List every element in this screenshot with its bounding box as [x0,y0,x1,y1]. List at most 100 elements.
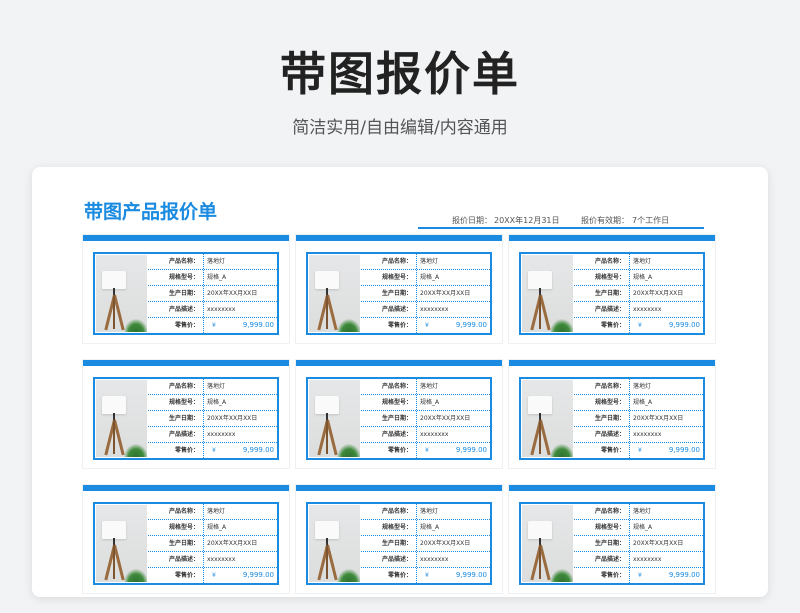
product-price: 9,999.00 [455,321,487,329]
field-label: 生产日期： [148,286,204,301]
field-row-desc: 产品描述： xxxxxxxx [574,302,703,318]
field-label: 产品名称： [574,504,630,519]
field-label: 产品名称： [361,379,417,394]
field-label: 生产日期： [148,411,204,426]
field-row-name: 产品名称： 落地灯 [148,504,277,520]
field-row-desc: 产品描述： xxxxxxxx [148,302,277,318]
product-price: 9,999.00 [242,571,274,579]
product-model: 规格_A [633,274,653,281]
field-row-name: 产品名称： 落地灯 [148,254,277,270]
field-row-model: 规格型号： 规格_A [361,270,490,286]
field-row-price: 零售价： ¥ 9,999.00 [361,443,490,459]
card-frame: 产品名称： 落地灯 规格型号： 规格_A 生产日期： 20XX年XX月XX日 产… [93,377,279,460]
field-label: 零售价： [361,318,417,333]
field-row-model: 规格型号： 规格_A [148,270,277,286]
card-fields: 产品名称： 落地灯 规格型号： 规格_A 生产日期： 20XX年XX月XX日 产… [574,254,703,333]
field-label: 生产日期： [361,286,417,301]
product-card: 产品名称： 落地灯 规格型号： 规格_A 生产日期： 20XX年XX月XX日 产… [508,234,716,344]
product-date: 20XX年XX月XX日 [420,415,471,422]
card-fields: 产品名称： 落地灯 规格型号： 规格_A 生产日期： 20XX年XX月XX日 产… [148,254,277,333]
product-model: 规格_A [207,274,227,281]
product-desc: xxxxxxxx [207,306,236,313]
field-row-price: 零售价： ¥ 9,999.00 [574,318,703,334]
product-name: 落地灯 [633,383,652,390]
field-label: 产品名称： [148,254,204,269]
field-row-date: 生产日期： 20XX年XX月XX日 [574,411,703,427]
product-desc: xxxxxxxx [420,556,449,563]
field-row-name: 产品名称： 落地灯 [574,379,703,395]
field-label: 产品描述： [148,552,204,567]
card-frame: 产品名称： 落地灯 规格型号： 规格_A 生产日期： 20XX年XX月XX日 产… [519,377,705,460]
field-label: 产品描述： [361,427,417,442]
product-model: 规格_A [207,399,227,406]
card-frame: 产品名称： 落地灯 规格型号： 规格_A 生产日期： 20XX年XX月XX日 产… [306,502,492,585]
currency-symbol: ¥ [425,447,429,454]
field-row-name: 产品名称： 落地灯 [361,254,490,270]
card-accent-bar [509,235,715,241]
currency-symbol: ¥ [212,447,216,454]
field-row-desc: 产品描述： xxxxxxxx [574,552,703,568]
field-label: 产品描述： [574,302,630,317]
field-label: 生产日期： [574,536,630,551]
product-model: 规格_A [420,524,440,531]
product-model: 规格_A [207,524,227,531]
card-frame: 产品名称： 落地灯 规格型号： 规格_A 生产日期： 20XX年XX月XX日 产… [93,502,279,585]
product-card: 产品名称： 落地灯 规格型号： 规格_A 生产日期： 20XX年XX月XX日 产… [295,234,503,344]
floor-lamp-photo-icon [522,380,573,457]
field-label: 零售价： [574,318,630,333]
field-label: 零售价： [574,568,630,583]
product-date: 20XX年XX月XX日 [633,415,684,422]
field-row-name: 产品名称： 落地灯 [361,379,490,395]
product-date: 20XX年XX月XX日 [207,540,258,547]
currency-symbol: ¥ [212,322,216,329]
field-label: 产品名称： [148,379,204,394]
field-row-price: 零售价： ¥ 9,999.00 [148,318,277,334]
field-row-date: 生产日期： 20XX年XX月XX日 [361,286,490,302]
field-row-name: 产品名称： 落地灯 [361,504,490,520]
floor-lamp-photo-icon [309,505,360,582]
field-row-name: 产品名称： 落地灯 [574,504,703,520]
field-row-date: 生产日期： 20XX年XX月XX日 [148,286,277,302]
field-row-model: 规格型号： 规格_A [574,395,703,411]
card-accent-bar [296,235,502,241]
field-row-name: 产品名称： 落地灯 [148,379,277,395]
field-row-desc: 产品描述： xxxxxxxx [361,302,490,318]
card-accent-bar [296,485,502,491]
card-frame: 产品名称： 落地灯 规格型号： 规格_A 生产日期： 20XX年XX月XX日 产… [93,252,279,335]
card-fields: 产品名称： 落地灯 规格型号： 规格_A 生产日期： 20XX年XX月XX日 产… [361,504,490,583]
card-fields: 产品名称： 落地灯 规格型号： 规格_A 生产日期： 20XX年XX月XX日 产… [574,504,703,583]
field-label: 产品名称： [148,504,204,519]
floor-lamp-photo-icon [96,505,147,582]
product-card: 产品名称： 落地灯 规格型号： 规格_A 生产日期： 20XX年XX月XX日 产… [295,484,503,594]
product-desc: xxxxxxxx [207,556,236,563]
field-label: 产品描述： [148,427,204,442]
field-row-price: 零售价： ¥ 9,999.00 [574,443,703,459]
field-row-model: 规格型号： 规格_A [361,520,490,536]
product-price: 9,999.00 [242,446,274,454]
field-label: 生产日期： [574,286,630,301]
product-date: 20XX年XX月XX日 [207,290,258,297]
card-accent-bar [83,485,289,491]
floor-lamp-photo-icon [522,505,573,582]
valid-label: 报价有效期： [581,216,629,225]
product-name: 落地灯 [207,383,226,390]
product-date: 20XX年XX月XX日 [633,540,684,547]
field-row-date: 生产日期： 20XX年XX月XX日 [574,286,703,302]
card-accent-bar [509,485,715,491]
floor-lamp-photo-icon [309,255,360,332]
field-label: 规格型号： [361,520,417,535]
field-label: 零售价： [148,443,204,458]
field-label: 规格型号： [148,520,204,535]
product-model: 规格_A [633,399,653,406]
product-model: 规格_A [420,274,440,281]
field-label: 产品名称： [361,254,417,269]
product-card: 产品名称： 落地灯 规格型号： 规格_A 生产日期： 20XX年XX月XX日 产… [82,359,290,469]
sheet-title: 带图产品报价单 [84,201,218,223]
field-row-desc: 产品描述： xxxxxxxx [574,427,703,443]
card-fields: 产品名称： 落地灯 规格型号： 规格_A 生产日期： 20XX年XX月XX日 产… [361,379,490,458]
field-label: 产品描述： [574,552,630,567]
field-label: 产品名称： [574,254,630,269]
product-card: 产品名称： 落地灯 规格型号： 规格_A 生产日期： 20XX年XX月XX日 产… [82,234,290,344]
card-accent-bar [83,360,289,366]
field-label: 产品描述： [574,427,630,442]
